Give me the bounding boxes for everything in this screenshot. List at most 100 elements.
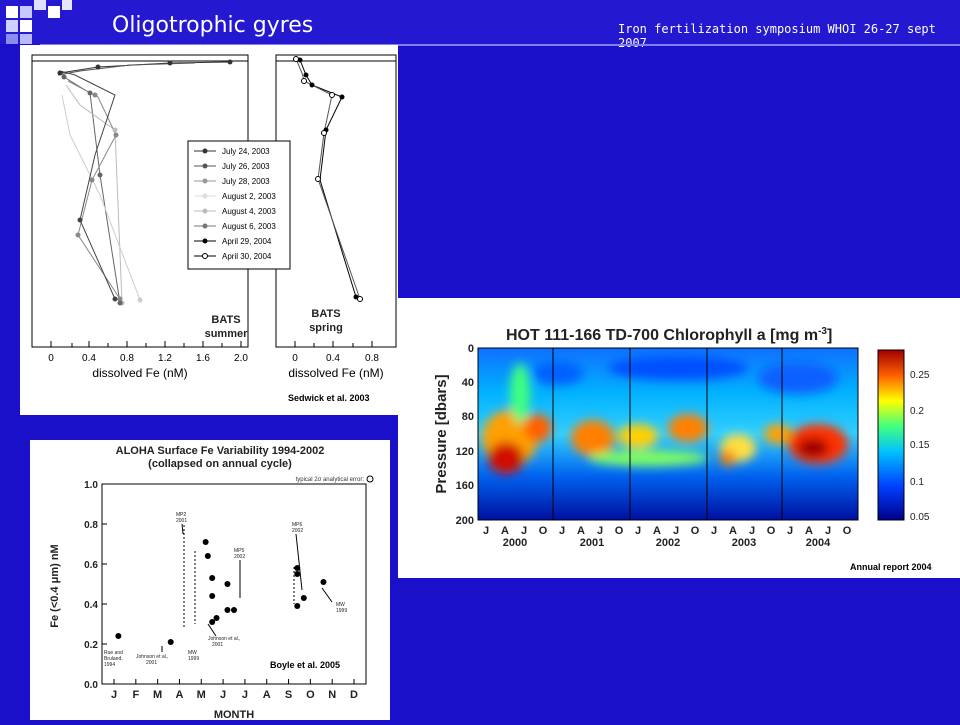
- tick-label: 0.8: [84, 520, 98, 531]
- month-label: A: [577, 525, 585, 537]
- logo-square: [62, 0, 72, 10]
- hot-citation: Annual report 2004: [850, 562, 932, 572]
- tick-label: 0.0: [84, 680, 98, 691]
- annotation: 2001: [212, 642, 223, 648]
- legend-entry: April 29, 2004: [222, 237, 272, 246]
- month-label: J: [825, 525, 831, 537]
- logo-square: [34, 0, 46, 10]
- data-point: [224, 607, 231, 613]
- logo-square: [20, 6, 32, 18]
- annotation: 1994: [104, 662, 115, 668]
- bats-legend: [187, 140, 291, 270]
- data-point: [167, 639, 174, 645]
- logo-square: [48, 6, 60, 18]
- colorbar-tick: 0.2: [910, 406, 924, 417]
- aloha-citation: Boyle et al. 2005: [270, 660, 340, 670]
- colorbar-tick: 0.1: [910, 477, 924, 488]
- month-label: O: [539, 525, 548, 537]
- colorbar-ticks: 0.25 0.2 0.15 0.1 0.05: [910, 370, 930, 523]
- tick-label: 200: [456, 515, 474, 527]
- data-point: [294, 603, 301, 609]
- month-label: J: [749, 525, 755, 537]
- tick-label: 1.0: [84, 480, 98, 491]
- aloha-title-2: (collapsed on annual cycle): [148, 458, 292, 470]
- hot-contour-plot: HOT 111-166 TD-700 Chlorophyll a [mg m-3…: [433, 326, 930, 549]
- month-label: J: [711, 525, 717, 537]
- year-label: 2004: [806, 537, 831, 549]
- legend-marker: [202, 148, 208, 154]
- aloha-title: ALOHA Surface Fe Variability 1994-2002: [116, 445, 325, 457]
- tick-label: 160: [456, 480, 474, 492]
- tick-label: 40: [462, 377, 474, 389]
- data-point: [115, 633, 122, 639]
- month-label: O: [767, 525, 776, 537]
- tick-label: 0: [48, 353, 54, 364]
- hot-year-labels: 2000 2001 2002 2003 2004: [503, 537, 831, 549]
- month-label: J: [483, 525, 489, 537]
- year-label: 2000: [503, 537, 527, 549]
- data-point: [300, 595, 307, 601]
- legend-marker: [202, 163, 208, 169]
- aloha-connectors: [183, 525, 295, 628]
- bats-spring-profiles: [295, 58, 361, 300]
- logo-square: [20, 20, 32, 32]
- month-label: A: [653, 525, 661, 537]
- tick-label: 0.4: [326, 353, 340, 364]
- tick-label: F: [132, 689, 139, 701]
- aloha-arrows: [161, 523, 333, 652]
- tick-label: 0.6: [84, 560, 98, 571]
- logo-square: [20, 34, 32, 44]
- hot-title: HOT 111-166 TD-700 Chlorophyll a [mg m-3…: [506, 326, 832, 344]
- annotation: 1999: [188, 656, 199, 662]
- data-point: [204, 553, 211, 559]
- legend-marker: [202, 193, 208, 199]
- legend-marker: [202, 223, 208, 229]
- hot-month-labels: JAJOJAJOJAJOJAJOJAJO: [483, 525, 852, 537]
- legend-entry: August 4, 2003: [222, 207, 276, 216]
- logo-square: [6, 6, 18, 18]
- tick-label: 1.6: [196, 353, 210, 364]
- colorbar-tick: 0.25: [910, 370, 930, 381]
- tick-label: J: [220, 689, 226, 701]
- bats-summer-label: BATS: [211, 314, 240, 326]
- tick-label: A: [175, 689, 183, 701]
- aloha-x-axis-label: MONTH: [214, 709, 254, 720]
- logo-square: [6, 20, 18, 32]
- month-label: O: [843, 525, 852, 537]
- annotation: 2001: [176, 518, 187, 524]
- legend-entry: July 28, 2003: [222, 177, 270, 186]
- annotation: 2002: [234, 554, 245, 560]
- error-marker: [366, 475, 374, 483]
- month-label: J: [521, 525, 527, 537]
- month-label: O: [615, 525, 624, 537]
- hot-y-ticks: 0 40 80 120 160 200: [456, 343, 474, 527]
- legend-marker: [202, 208, 208, 214]
- legend-marker: [202, 178, 208, 184]
- annotation: 2002: [292, 528, 303, 534]
- tick-label: 0.8: [365, 353, 379, 364]
- tick-label: 1.2: [158, 353, 172, 364]
- tick-label: S: [285, 689, 292, 701]
- tick-label: 0.4: [84, 600, 98, 611]
- tick-label: 0.2: [84, 640, 98, 651]
- bats-spring-label: BATS: [311, 308, 340, 320]
- tick-label: 0.4: [82, 353, 96, 364]
- tick-label: M: [153, 689, 162, 701]
- legend-marker: [202, 253, 208, 259]
- tick-label: D: [350, 689, 358, 701]
- annotation: 1999: [336, 608, 347, 614]
- aloha-figure: ALOHA Surface Fe Variability 1994-2002 (…: [30, 440, 390, 721]
- tick-label: N: [328, 689, 336, 701]
- bats-right-ticks: [294, 341, 373, 347]
- hot-y-axis-label: Pressure [dbars]: [433, 374, 450, 493]
- month-label: J: [673, 525, 679, 537]
- bats-profiles-plot: July 24, 2003 July 26, 2003 July 28, 2003 A…: [31, 54, 397, 380]
- x-axis-label: dissolved Fe (nM): [92, 366, 187, 380]
- data-point: [209, 575, 216, 581]
- bats-summer-label: summer: [205, 328, 249, 340]
- aloha-scatter-plot: ALOHA Surface Fe Variability 1994-2002 (…: [49, 445, 374, 721]
- legend-entry: July 24, 2003: [222, 147, 270, 156]
- tick-label: 2.0: [234, 353, 248, 364]
- bats-spring-axes: [275, 54, 397, 348]
- colorbar: [877, 349, 905, 521]
